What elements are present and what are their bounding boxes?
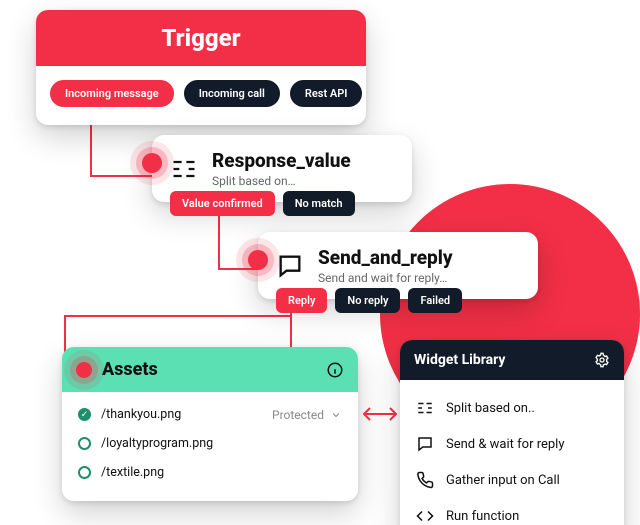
widget-library-title: Widget Library [414,352,505,368]
flow-canvas: Trigger Incoming message Incoming call R… [0,0,640,525]
widget-item-send-wait[interactable]: Send & wait for reply [412,426,612,462]
branch-reply[interactable]: Reply [276,288,327,313]
response-title: Response_value [212,149,351,172]
branch-failed[interactable]: Failed [408,288,462,313]
node-marker [142,153,162,173]
response-subtitle: Split based on… [212,174,351,188]
widget-item-run-function[interactable]: Run function [412,498,612,525]
trigger-option-incoming-call[interactable]: Incoming call [184,80,280,107]
double-arrow-icon [362,406,398,422]
assets-panel: Assets ✓ /thankyou.png Protected [62,347,358,501]
info-icon[interactable] [326,361,344,379]
node-marker [248,250,268,270]
send-subtitle: Send and wait for reply… [318,271,453,285]
widget-item-label: Send & wait for reply [446,437,565,452]
widget-item-label: Split based on.. [446,401,535,416]
asset-status[interactable]: Protected [272,408,342,422]
send-title: Send_and_reply [318,246,453,269]
widget-item-gather-call[interactable]: Gather input on Call [412,462,612,498]
split-icon [170,155,198,183]
widget-library: Widget Library Split based on.. Send & w… [400,340,624,525]
widget-item-label: Run function [446,509,519,524]
asset-row[interactable]: /loyaltyprogram.png [76,429,344,458]
trigger-card: Trigger Incoming message Incoming call R… [36,10,366,125]
chat-icon [276,252,304,280]
connector [64,315,290,317]
radio-icon[interactable] [78,437,91,450]
code-icon [416,507,434,525]
radio-selected-icon[interactable]: ✓ [78,408,91,421]
asset-name: /loyaltyprogram.png [101,436,213,451]
widget-item-label: Gather input on Call [446,473,560,488]
radio-icon[interactable] [78,466,91,479]
trigger-options: Incoming message Incoming call Rest API [36,66,366,125]
asset-name: /textile.png [101,465,164,480]
response-node[interactable]: Response_value Split based on… Value con… [152,135,412,202]
asset-row[interactable]: ✓ /thankyou.png Protected [76,400,344,429]
assets-title: Assets [102,359,158,380]
trigger-option-rest-api[interactable]: Rest API [290,80,363,107]
widget-item-split[interactable]: Split based on.. [412,390,612,426]
split-icon [416,399,434,417]
asset-name: /thankyou.png [101,407,181,422]
phone-icon [416,471,434,489]
assets-list: ✓ /thankyou.png Protected /loyaltyprogra… [62,392,358,501]
asset-row[interactable]: /textile.png [76,458,344,487]
node-marker [76,362,92,378]
chat-icon [416,435,434,453]
branch-value-confirmed[interactable]: Value confirmed [170,191,275,216]
trigger-option-incoming-message[interactable]: Incoming message [50,80,174,107]
branch-no-reply[interactable]: No reply [335,288,400,313]
connector [218,212,220,268]
asset-status-label: Protected [272,408,324,422]
branch-no-match[interactable]: No match [283,191,355,216]
send-node[interactable]: Send_and_reply Send and wait for reply… … [258,232,538,299]
chevron-down-icon [330,409,342,421]
trigger-title: Trigger [36,10,366,66]
gear-icon[interactable] [594,352,610,368]
